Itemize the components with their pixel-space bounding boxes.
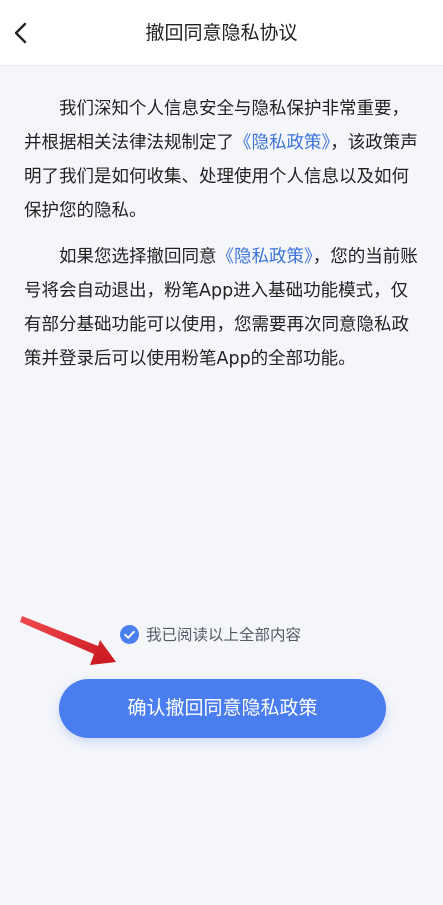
- chevron-left-icon: [14, 22, 27, 44]
- page-title: 撤回同意隐私协议: [145, 22, 298, 44]
- read-confirmation-checkbox[interactable]: 我已阅读以上全部内容: [120, 620, 301, 648]
- top-bar: 撤回同意隐私协议: [0, 0, 443, 66]
- paragraph-1: 我们深知个人信息安全与隐私保护非常重要，并根据相关法律法规制定了《隐私政策》，该…: [24, 92, 422, 228]
- red-arrow-annotation: [20, 616, 116, 665]
- confirm-withdraw-button[interactable]: 确认撤回同意隐私政策: [59, 679, 386, 738]
- check-circle-icon: [120, 624, 139, 644]
- policy-content: 我们深知个人信息安全与隐私保护非常重要，并根据相关法律法规制定了《隐私政策》，该…: [24, 92, 422, 376]
- privacy-policy-link-1[interactable]: 《隐私政策》: [234, 133, 330, 153]
- paragraph-2-text-before: 如果您选择撤回同意: [59, 247, 217, 267]
- privacy-policy-link-2[interactable]: 《隐私政策》: [217, 247, 313, 267]
- read-confirmation-label: 我已阅读以上全部内容: [146, 626, 302, 644]
- paragraph-2: 如果您选择撤回同意《隐私政策》，您的当前账号将会自动退出，粉笔App进入基础功能…: [24, 240, 422, 376]
- back-button[interactable]: [6, 18, 36, 48]
